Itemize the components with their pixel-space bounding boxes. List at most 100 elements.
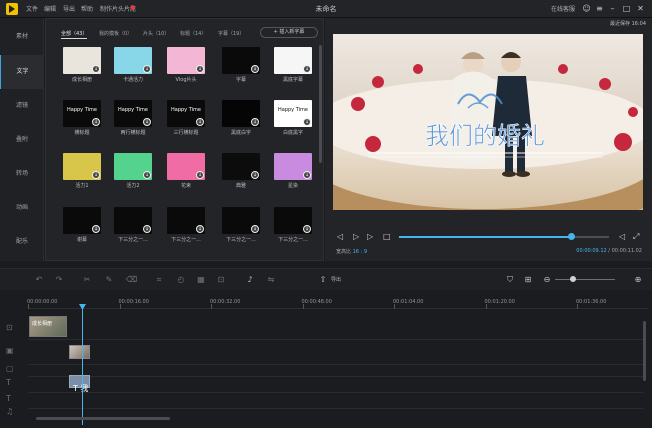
download-icon[interactable]: ↓: [143, 225, 151, 233]
download-icon[interactable]: ↓: [196, 65, 204, 73]
detach-audio-icon[interactable]: ⇋: [266, 275, 276, 285]
template-tile[interactable]: ↓: [222, 100, 260, 127]
close-icon[interactable]: ✕: [636, 4, 645, 13]
download-icon[interactable]: ↓: [303, 225, 311, 233]
category-title[interactable]: 标题（14）: [180, 30, 206, 37]
mosaic-icon[interactable]: ▦: [196, 275, 206, 285]
tab-overlay[interactable]: 叠附: [0, 123, 44, 157]
redo-icon[interactable]: ↷: [54, 275, 64, 285]
menu-help[interactable]: 帮助: [81, 4, 93, 13]
tab-animation[interactable]: 动画: [0, 191, 44, 225]
text-clip[interactable]: T 我: [69, 375, 90, 393]
insert-subtitle-button[interactable]: + 插入新字幕: [260, 27, 318, 38]
undo-icon[interactable]: ↶: [34, 275, 44, 285]
maximize-icon[interactable]: □: [622, 4, 631, 13]
freeze-icon[interactable]: ⊡: [216, 275, 226, 285]
play-icon[interactable]: ▷: [353, 231, 359, 243]
download-icon[interactable]: ↓: [251, 65, 259, 73]
tab-media[interactable]: 素材: [0, 20, 44, 54]
template-tile[interactable]: ↓: [222, 47, 260, 74]
prev-frame-icon[interactable]: ◁: [337, 231, 343, 243]
export-label[interactable]: 导出: [331, 276, 341, 283]
video-preview[interactable]: 我们的婚礼: [333, 34, 643, 210]
download-icon[interactable]: ↓: [92, 118, 100, 126]
tab-music[interactable]: 配乐: [0, 225, 44, 259]
split-icon[interactable]: ✂: [82, 275, 92, 285]
tab-transition[interactable]: 转场: [0, 157, 44, 191]
category-my-templates[interactable]: 我的模板（0）: [99, 30, 132, 37]
video-clip[interactable]: 成长相册: [29, 316, 67, 337]
download-icon[interactable]: ↓: [143, 65, 151, 73]
timeline-vertical-scrollbar[interactable]: [643, 321, 646, 381]
category-subtitle[interactable]: 字幕（19）: [218, 30, 244, 37]
template-tile[interactable]: Happy Time ↓: [63, 100, 101, 127]
zoom-slider[interactable]: [555, 279, 615, 280]
download-icon[interactable]: ↓: [303, 65, 311, 73]
download-icon[interactable]: ↓: [303, 118, 311, 126]
user-icon[interactable]: ☺: [582, 4, 591, 13]
menu-icon[interactable]: ≡: [595, 4, 604, 13]
template-tile[interactable]: ↓: [63, 47, 101, 74]
download-icon[interactable]: ↓: [92, 171, 100, 179]
download-icon[interactable]: ↓: [251, 171, 259, 179]
download-icon[interactable]: ↓: [251, 225, 259, 233]
menu-export[interactable]: 导出: [63, 4, 75, 13]
zoom-in-icon[interactable]: ⊕: [633, 275, 643, 285]
download-icon[interactable]: ↓: [196, 225, 204, 233]
download-icon[interactable]: ↓: [143, 171, 151, 179]
template-tile[interactable]: ↓: [274, 153, 312, 180]
template-tile[interactable]: ↓: [167, 153, 205, 180]
template-tile[interactable]: ↓: [63, 153, 101, 180]
template-tile[interactable]: ↓: [274, 47, 312, 74]
template-tile[interactable]: ↓: [114, 47, 152, 74]
menu-file[interactable]: 文件: [26, 4, 38, 13]
text-library-panel: 全部（43） 我的模板（0） 片头（10） 标题（14） 字幕（19） + 插入…: [45, 18, 324, 261]
fullscreen-icon[interactable]: ⤢: [633, 231, 639, 243]
template-tile[interactable]: ↓: [167, 207, 205, 234]
fit-icon[interactable]: ⊞: [523, 275, 533, 285]
download-icon[interactable]: ↓: [303, 171, 311, 179]
category-all[interactable]: 全部（43）: [61, 30, 88, 39]
online-support-link[interactable]: 在线客服: [551, 4, 575, 13]
edit-icon[interactable]: ✎: [104, 275, 114, 285]
progress-knob[interactable]: [568, 233, 576, 240]
template-tile[interactable]: ↓: [167, 47, 205, 74]
stop-icon[interactable]: □: [383, 231, 391, 243]
library-scrollbar[interactable]: [319, 45, 322, 163]
template-tile[interactable]: Happy Time ↓: [114, 100, 152, 127]
template-tile[interactable]: ↓: [114, 153, 152, 180]
download-icon[interactable]: ↓: [196, 171, 204, 179]
microphone-icon[interactable]: ♪: [245, 275, 255, 285]
zoom-slider-knob[interactable]: [570, 276, 576, 282]
category-intro[interactable]: 片头（10）: [143, 30, 169, 37]
template-tile[interactable]: ↓: [114, 207, 152, 234]
crop-icon[interactable]: ⌗: [154, 275, 164, 285]
playhead[interactable]: [82, 307, 83, 425]
template-tile[interactable]: Happy Time ↓: [167, 100, 205, 127]
template-tile[interactable]: ↓: [274, 207, 312, 234]
tab-filters[interactable]: 滤镜: [0, 89, 44, 123]
marker-icon[interactable]: ⛉: [505, 275, 515, 285]
zoom-out-icon[interactable]: ⊖: [542, 275, 552, 285]
speed-icon[interactable]: ◴: [176, 275, 186, 285]
download-icon[interactable]: ↓: [196, 118, 204, 126]
time-ruler[interactable]: 00:00:00.00 00:00:16.00 00:00:32.00 00:00:4…: [27, 291, 648, 309]
menu-edit[interactable]: 编辑: [44, 4, 56, 13]
export-icon[interactable]: ⇧: [318, 275, 328, 285]
download-icon[interactable]: ↓: [92, 225, 100, 233]
minimize-icon[interactable]: –: [608, 4, 617, 13]
overlay-clip[interactable]: [69, 345, 90, 359]
template-tile[interactable]: Happy Time ↓: [274, 100, 312, 127]
download-icon[interactable]: ↓: [251, 118, 259, 126]
next-frame-icon[interactable]: ▷: [367, 231, 373, 243]
delete-icon[interactable]: ⌫: [126, 275, 137, 285]
aspect-ratio[interactable]: 宽高比 16 : 9: [336, 248, 367, 255]
template-tile[interactable]: ↓: [222, 153, 260, 180]
timeline-horizontal-scrollbar[interactable]: [36, 417, 170, 420]
template-tile[interactable]: ↓: [63, 207, 101, 234]
download-icon[interactable]: ↓: [143, 118, 151, 126]
template-tile[interactable]: ↓: [222, 207, 260, 234]
download-icon[interactable]: ↓: [92, 65, 100, 73]
volume-icon[interactable]: ◁: [619, 231, 625, 243]
tab-text[interactable]: 文字: [0, 55, 44, 89]
